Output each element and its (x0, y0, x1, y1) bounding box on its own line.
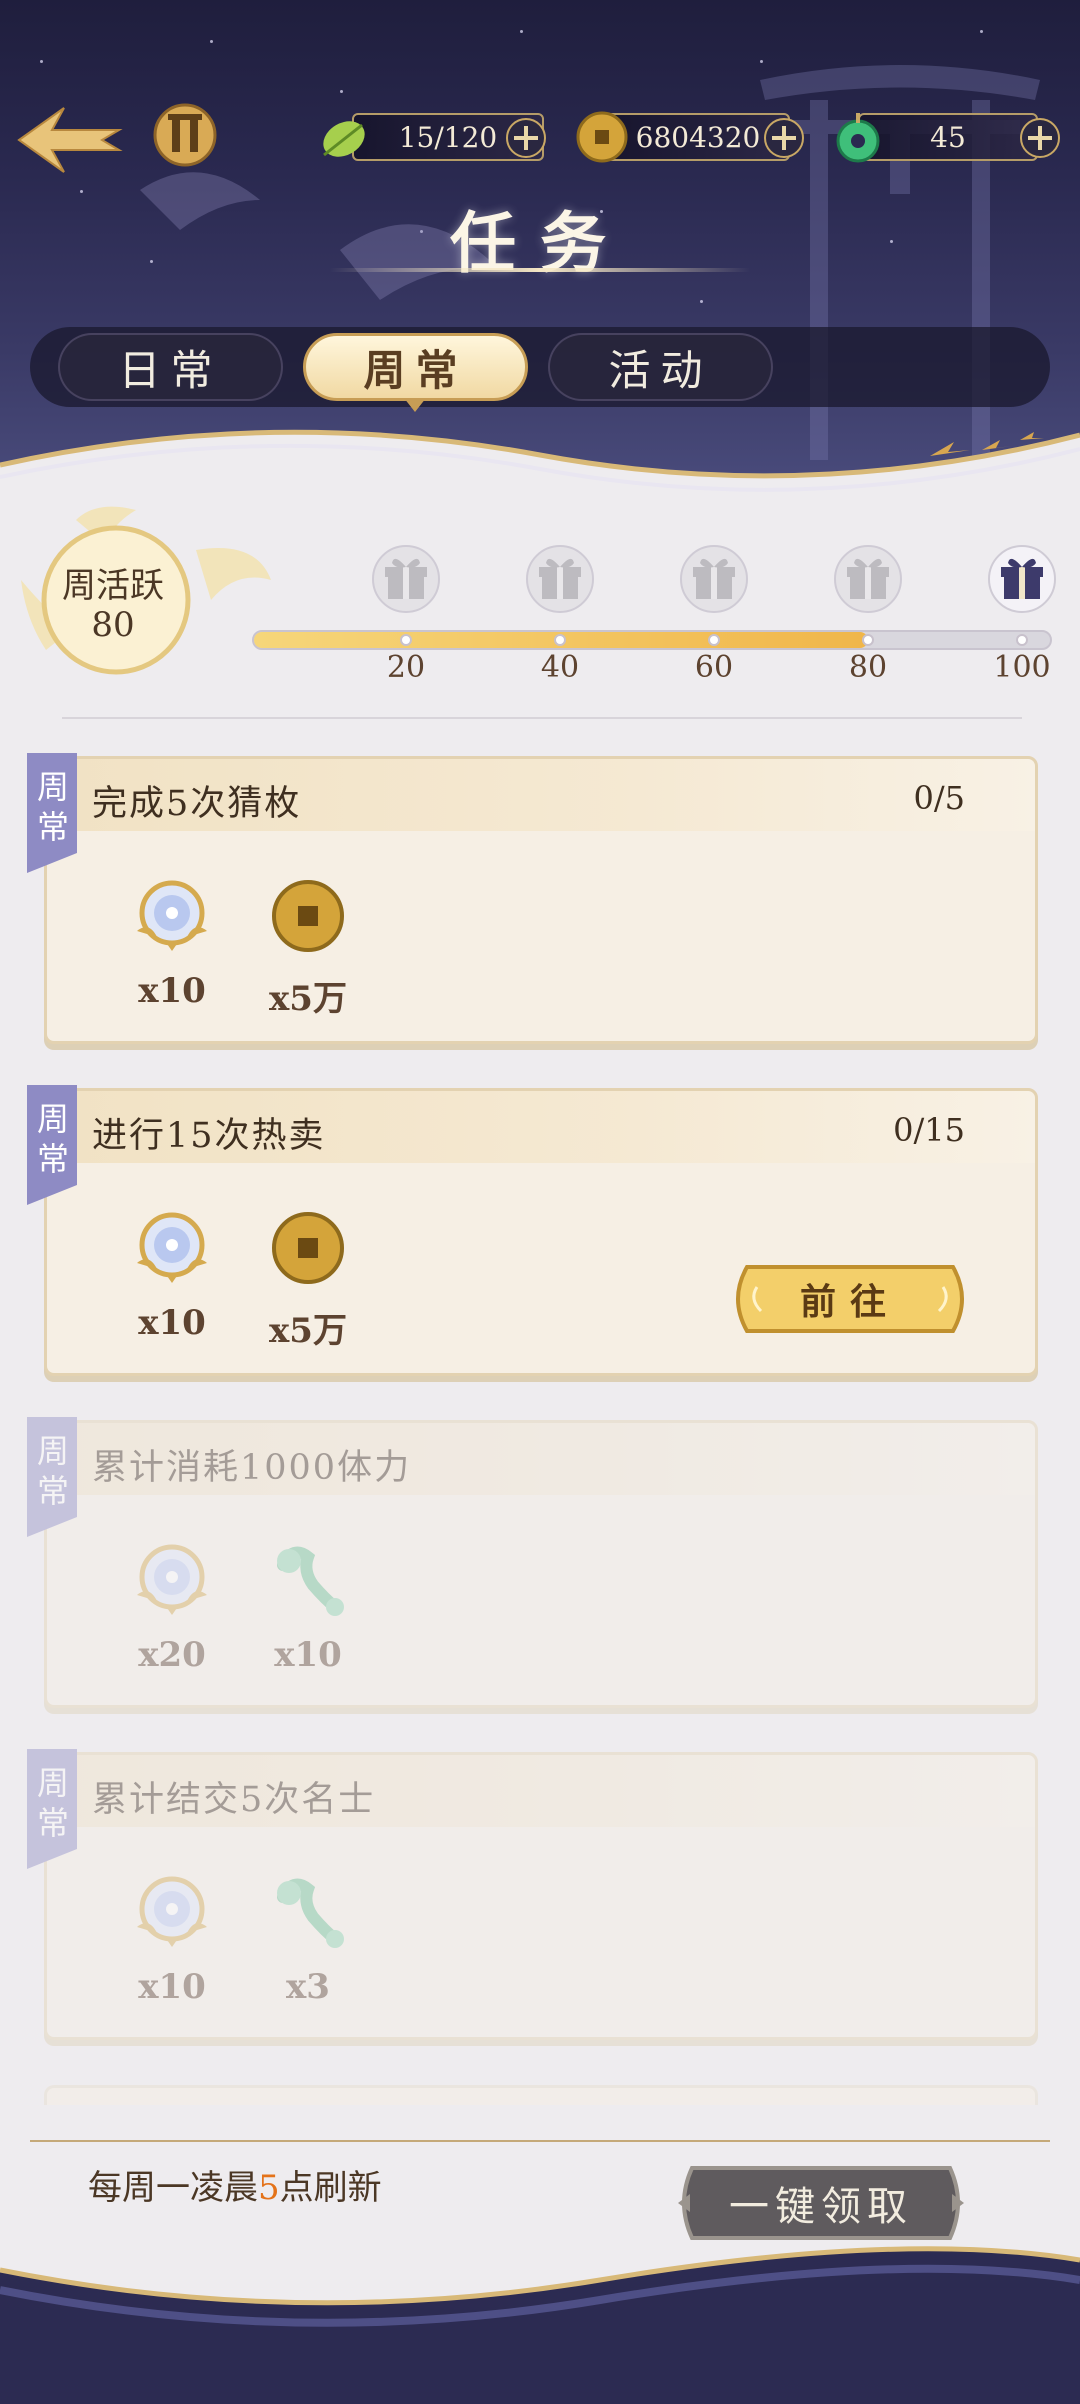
add-stamina-button[interactable] (504, 116, 548, 160)
header-banner: 15/120 6804320 45 任务 日常 周常 活动 (0, 0, 1080, 500)
gift-box-claimed-icon[interactable] (832, 543, 904, 615)
copper-coin-icon (576, 111, 628, 163)
task-card: 周常 完成5次猜枚 0/5 x10 x5万 (27, 753, 1038, 1044)
milestone-dot (400, 634, 412, 646)
weekly-tag: 周常 (27, 1417, 77, 1537)
task-title: 完成5次猜枚 (92, 784, 302, 824)
crystal-medallion-icon[interactable] (127, 871, 217, 961)
section-divider (62, 717, 1022, 719)
refresh-note: 每周一凌晨5点刷新 (88, 2160, 382, 2209)
reward-quantity: x10 (138, 1303, 206, 1343)
title-underline (330, 268, 750, 272)
refresh-note-prefix: 每周一凌晨 (88, 2168, 258, 2208)
reward-quantity: x10 (138, 971, 206, 1011)
reward-quantity: x3 (286, 1967, 330, 2007)
reward-quantity: x5万 (269, 979, 347, 1019)
weekly-tag-label: 周常 (36, 1432, 69, 1510)
crystal-medallion-icon[interactable] (127, 1867, 217, 1957)
footer-divider (30, 2140, 1050, 2142)
milestone-label: 60 (694, 650, 734, 685)
gift-box-claimed-icon[interactable] (678, 543, 750, 615)
tab-daily[interactable]: 日常 (58, 333, 283, 401)
coin-value: 6804320 (635, 120, 761, 154)
go-to-task-button[interactable]: 前往 (727, 1263, 973, 1335)
milestone-label: 20 (386, 650, 426, 685)
crystal-medallion-icon[interactable] (127, 1203, 217, 1293)
reward-quantity: x5万 (269, 1311, 347, 1351)
scroll-menu-icon[interactable] (150, 100, 220, 170)
task-title: 累计结交5次名士 (92, 1780, 376, 1820)
gift-box-claimed-icon[interactable] (524, 543, 596, 615)
jade-value: 45 (930, 120, 966, 154)
weekly-activity-value: 80 (91, 605, 135, 645)
claim-all-button[interactable]: 一键领取 (674, 2164, 968, 2242)
refresh-note-suffix: 点刷新 (279, 2168, 382, 2208)
go-to-task-label: 前往 (799, 1281, 900, 1323)
weekly-tag-label: 周常 (36, 768, 69, 846)
refresh-hour: 5 (258, 2168, 280, 2208)
weekly-tag: 周常 (27, 753, 77, 873)
jade-ruyi-icon[interactable] (263, 1535, 353, 1625)
task-card: 周常 进行15次热卖 0/15 x10 x5万 前往 (27, 1085, 1038, 1376)
add-jade-button[interactable] (1018, 116, 1062, 160)
task-card: 周常 累计结交5次名士 x10 x3 (27, 1749, 1038, 2040)
copper-coin-icon[interactable] (263, 1203, 353, 1293)
back-arrow-icon[interactable] (14, 100, 124, 180)
footer-wave (0, 2246, 1080, 2404)
milestone-label: 100 (993, 650, 1051, 685)
milestone-dot (1016, 634, 1028, 646)
weekly-tag-label: 周常 (36, 1764, 69, 1842)
stamina-value: 15/120 (398, 120, 498, 154)
reward-quantity: x10 (274, 1635, 342, 1675)
task-card: 周常 累计消耗1000体力 x20 x10 (27, 1417, 1038, 1708)
reward-quantity: x10 (138, 1967, 206, 2007)
task-progress: 0/15 (893, 1111, 965, 1149)
jade-icon (836, 113, 880, 163)
copper-coin-icon[interactable] (263, 871, 353, 961)
milestone-dot (862, 634, 874, 646)
swallows-icon (930, 432, 1044, 456)
gift-box-claimed-icon[interactable] (370, 543, 442, 615)
weekly-tag: 周常 (27, 1749, 77, 1869)
add-coin-button[interactable] (762, 116, 806, 160)
task-progress: 0/5 (913, 779, 966, 817)
task-card-partial (44, 2085, 1038, 2105)
milestone-dot (708, 634, 720, 646)
milestone-label: 40 (540, 650, 580, 685)
weekly-activity-label: 周活跃 (62, 566, 164, 606)
task-title: 累计消耗1000体力 (92, 1448, 412, 1488)
jade-ruyi-icon[interactable] (263, 1867, 353, 1957)
crystal-medallion-icon[interactable] (127, 1535, 217, 1625)
gift-box-icon[interactable] (986, 543, 1058, 615)
task-title: 进行15次热卖 (92, 1116, 326, 1156)
claim-all-label: 一键领取 (729, 2184, 913, 2230)
header-wave (0, 429, 1080, 500)
tab-weekly[interactable]: 周常 (303, 333, 528, 401)
milestone-dot (554, 634, 566, 646)
weekly-tag: 周常 (27, 1085, 77, 1205)
tab-event[interactable]: 活动 (548, 333, 773, 401)
reward-quantity: x20 (138, 1635, 206, 1675)
milestone-label: 80 (848, 650, 888, 685)
stamina-leaf-icon (323, 121, 365, 157)
weekly-tag-label: 周常 (36, 1100, 69, 1178)
